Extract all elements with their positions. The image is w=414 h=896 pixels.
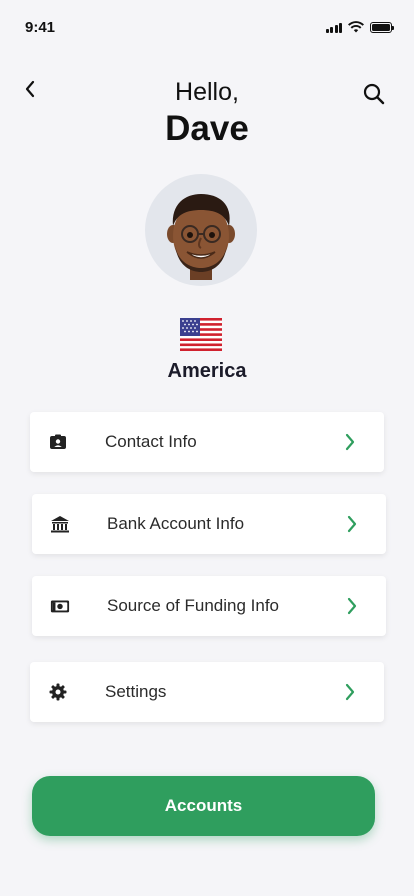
accounts-button[interactable]: Accounts: [32, 776, 375, 836]
status-time: 9:41: [25, 19, 56, 36]
search-button[interactable]: [362, 82, 386, 106]
menu-item-source-of-funding-info[interactable]: Source of Funding Info: [32, 576, 386, 636]
user-name: Dave: [165, 109, 249, 148]
chevron-right-icon: [347, 597, 357, 615]
chevron-right-icon: [347, 515, 357, 533]
menu-item-label: Bank Account Info: [107, 514, 245, 533]
greeting: Hello,: [175, 78, 239, 106]
chevron-right-icon: [345, 683, 355, 701]
memoji-avatar-icon: [167, 194, 235, 280]
menu-item-label: Source of Funding Info: [107, 596, 280, 615]
gear-icon: [48, 682, 68, 702]
signal-icon: [325, 22, 342, 33]
avatar[interactable]: [145, 174, 257, 286]
chevron-right-icon: [345, 433, 355, 451]
app-screen: 9:41 Hello, Dave America Contact Info Ba…: [0, 0, 414, 896]
contact-card-icon: [48, 432, 68, 452]
menu-item-label: Settings: [105, 682, 167, 701]
search-icon: [363, 83, 385, 105]
menu-item-contact-info[interactable]: Contact Info: [30, 412, 384, 472]
country-flag: [180, 318, 222, 351]
country-name: America: [167, 360, 247, 382]
menu-item-bank-account-info[interactable]: Bank Account Info: [32, 494, 386, 554]
wifi-icon: [348, 21, 364, 33]
us-flag-icon: [180, 318, 222, 351]
menu-item-settings[interactable]: Settings: [30, 662, 384, 722]
menu-item-label: Contact Info: [105, 432, 197, 451]
bank-icon: [50, 514, 70, 534]
cash-icon: [50, 596, 70, 616]
battery-icon: [370, 21, 394, 33]
status-icons: [325, 21, 394, 33]
